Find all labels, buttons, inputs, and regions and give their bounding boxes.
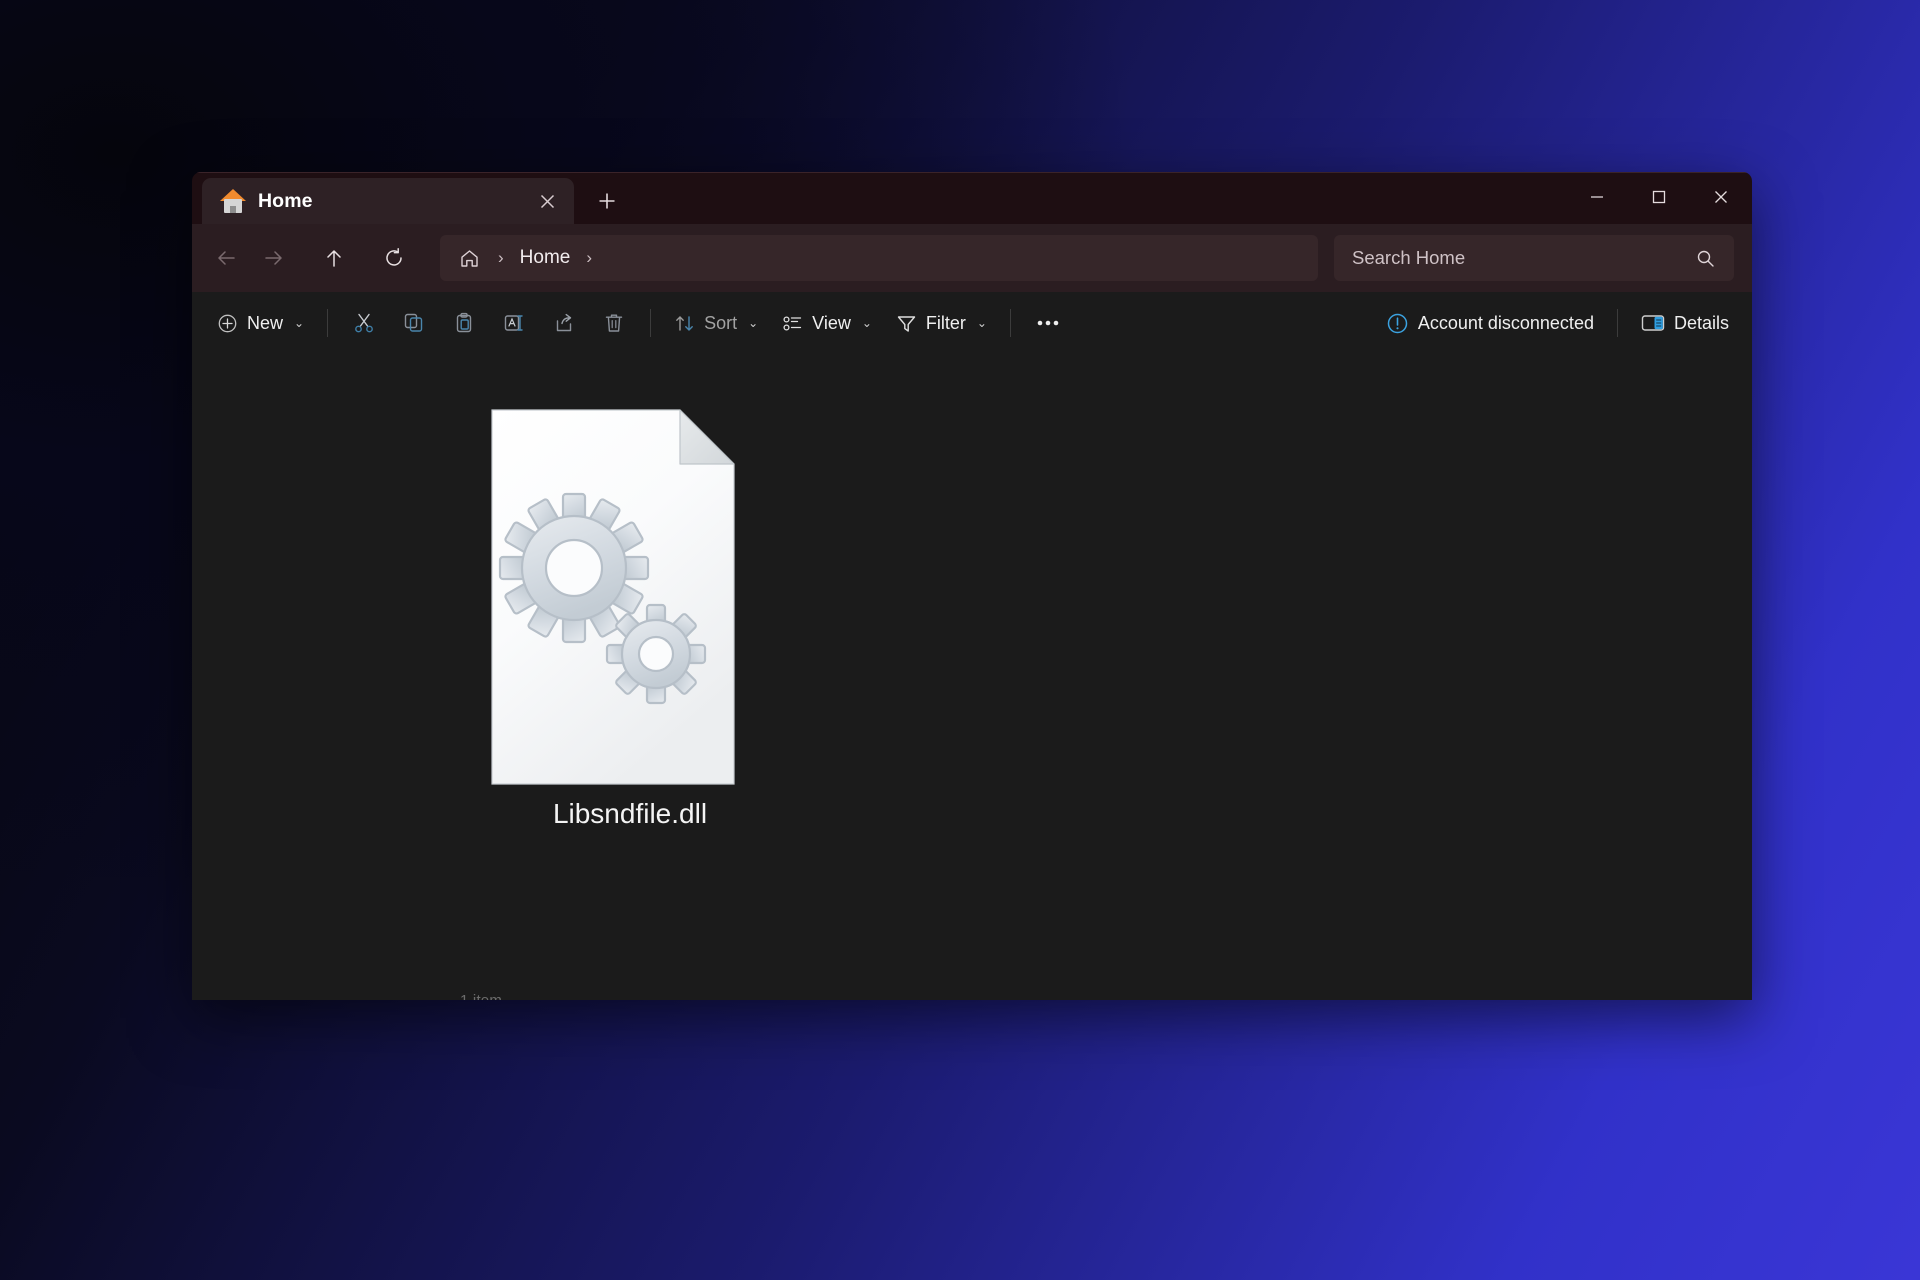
share-button[interactable] — [540, 301, 588, 345]
toolbar-separator-1 — [327, 309, 329, 337]
rename-button[interactable] — [490, 301, 538, 345]
window-controls — [1566, 173, 1752, 225]
tab-label: Home — [258, 189, 313, 212]
desktop-background: Home › Home › Search Home New ⌄ Sort ⌄ V… — [0, 0, 1920, 1280]
chevron-down-icon: ⌄ — [861, 316, 872, 330]
search-icon[interactable] — [1690, 243, 1720, 273]
breadcrumb-path[interactable]: Home — [518, 247, 573, 269]
paste-button[interactable] — [440, 301, 488, 345]
close-icon[interactable] — [530, 184, 564, 218]
new-button[interactable]: New ⌄ — [206, 301, 315, 345]
details-pane-label: Details — [1673, 312, 1729, 333]
new-tab-button[interactable] — [586, 180, 628, 222]
minimize-button[interactable] — [1566, 173, 1628, 221]
breadcrumb-trailing-separator[interactable]: › — [578, 248, 600, 268]
file-item[interactable]: Libsndfile.dll — [490, 400, 770, 838]
delete-button[interactable] — [590, 301, 638, 345]
status-bar: 1 item — [192, 994, 1752, 1000]
file-explorer-window: Home › Home › Search Home New ⌄ Sort ⌄ V… — [192, 172, 1752, 1000]
tab-home[interactable]: Home — [202, 178, 574, 224]
status-bar-text: 1 item — [192, 994, 1752, 1000]
file-name-label: Libsndfile.dll — [552, 798, 708, 829]
home-outline-icon[interactable] — [454, 243, 484, 273]
dll-gears-file-icon — [490, 408, 770, 786]
sort-button-label: Sort — [704, 312, 738, 333]
copy-button[interactable] — [390, 301, 438, 345]
search-box[interactable] — [1334, 235, 1734, 281]
account-status-button[interactable]: Account disconnected — [1375, 301, 1605, 345]
new-button-label: New — [247, 312, 284, 333]
forward-button[interactable] — [250, 236, 298, 280]
sort-button[interactable]: Sort ⌄ — [663, 301, 769, 345]
breadcrumb-separator: › — [498, 248, 504, 267]
back-button[interactable] — [202, 236, 250, 280]
details-pane-button[interactable]: Details — [1630, 301, 1740, 345]
chevron-down-icon: ⌄ — [294, 316, 305, 330]
address-bar[interactable]: › Home › — [440, 235, 1318, 281]
close-button[interactable] — [1690, 173, 1752, 221]
view-button-label: View — [812, 312, 851, 333]
toolbar-separator-2 — [650, 309, 652, 337]
chevron-down-icon: ⌄ — [976, 316, 987, 330]
more-options-button[interactable] — [1023, 301, 1073, 345]
toolbar-separator-3 — [1009, 309, 1011, 337]
up-button[interactable] — [310, 236, 358, 280]
home-icon — [220, 189, 246, 213]
file-list-area[interactable]: Libsndfile.dll 1 item — [192, 354, 1752, 1000]
toolbar-separator-4 — [1616, 309, 1618, 337]
search-input[interactable] — [1352, 247, 1690, 269]
view-button[interactable]: View ⌄ — [771, 301, 883, 345]
maximize-button[interactable] — [1628, 173, 1690, 221]
chevron-down-icon: ⌄ — [748, 316, 759, 330]
cut-button[interactable] — [340, 301, 388, 345]
refresh-button[interactable] — [370, 236, 418, 280]
navigation-bar: › Home › — [192, 224, 1752, 292]
filter-button-label: Filter — [925, 312, 966, 333]
account-status-label: Account disconnected — [1417, 312, 1594, 333]
title-bar: Home — [192, 172, 1752, 224]
filter-button[interactable]: Filter ⌄ — [885, 301, 998, 345]
command-bar: New ⌄ Sort ⌄ View ⌄ Filter ⌄ Account dis… — [192, 292, 1752, 354]
